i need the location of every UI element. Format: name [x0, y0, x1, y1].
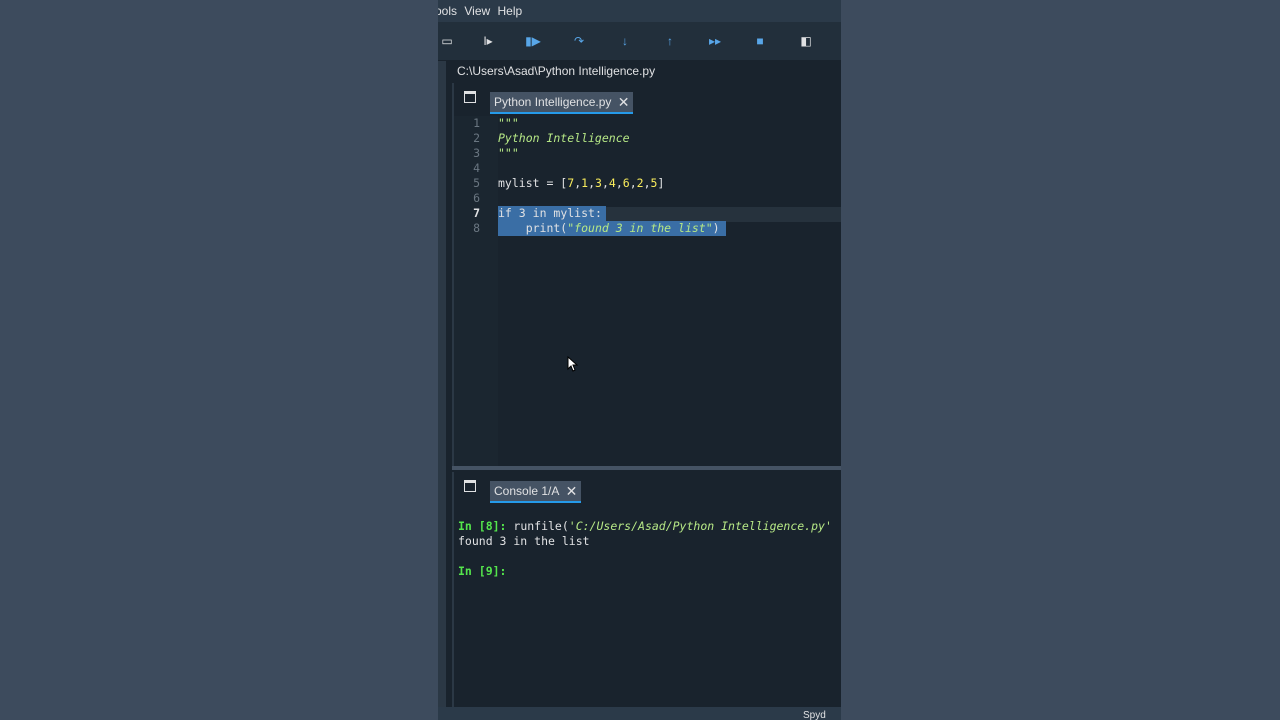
code-line: """ [498, 146, 519, 160]
console-tab-label: Console 1/A [494, 484, 560, 498]
code-token: mylist = [ [498, 176, 568, 190]
run-cell-icon[interactable]: ▭ [438, 32, 456, 50]
code-token: ) [712, 221, 720, 235]
step-over-icon[interactable]: ↷ [570, 32, 588, 50]
code-token: 6 [622, 176, 630, 190]
line-number: 5 [473, 176, 480, 190]
console-output: found 3 in the list [458, 534, 590, 548]
code-token: in mylist: [525, 206, 602, 220]
code-editor[interactable]: 1 2 3 4 5 6 7 8 """ Python Intelligence … [454, 116, 841, 466]
line-number: 4 [473, 161, 480, 175]
code-token: 3 [518, 206, 526, 220]
status-text: Spyd [803, 710, 826, 720]
code-line: mylist = [7,1,3,4,6,2,5] [498, 176, 664, 191]
line-number: 6 [473, 191, 480, 205]
code-token: 2 [636, 176, 644, 190]
code-token: if [498, 206, 519, 220]
menu-tools[interactable]: ools [438, 0, 457, 22]
fast-forward-icon[interactable]: ▸▸ [706, 32, 724, 50]
stop-icon[interactable]: ■ [751, 32, 769, 50]
pane-options-icon[interactable] [464, 91, 476, 103]
toolbar: ▭ I▸ ▮▶ ↷ ↓ ↑ ▸▸ ■ ◧ [438, 22, 841, 60]
editor-tab-python-intelligence[interactable]: Python Intelligence.py ✕ [490, 92, 634, 114]
console-prompt: In [8]: [458, 519, 507, 533]
code-line: Python Intelligence [498, 131, 630, 145]
line-number: 2 [473, 131, 480, 145]
menu-bar: ools View Help [438, 0, 841, 22]
console-tab[interactable]: Console 1/A ✕ [490, 481, 582, 503]
code-token: "found 3 in the list" [567, 221, 713, 235]
line-number-gutter: 1 2 3 4 5 6 7 8 [454, 116, 498, 466]
status-bar: Spyd [438, 707, 841, 720]
code-token: , [629, 176, 637, 190]
code-token: 4 [608, 176, 616, 190]
code-token: , [601, 176, 609, 190]
console-pane: Console 1/A ✕ In [8]: runfile('C:/Users/… [452, 472, 841, 707]
code-line: print("found 3 in the list") [498, 221, 720, 236]
step-into-icon[interactable]: ↓ [616, 32, 634, 50]
file-path-bar: C:\Users\Asad\Python Intelligence.py [438, 61, 841, 82]
code-token: print( [498, 221, 568, 235]
spyder-window: ools View Help ▭ I▸ ▮▶ ↷ ↓ ↑ ▸▸ ■ ◧ C:\U… [438, 0, 841, 720]
line-number: 8 [473, 221, 480, 235]
mouse-pointer-icon [567, 356, 579, 372]
editor-tab-label: Python Intelligence.py [494, 95, 612, 109]
left-dock-strip [438, 61, 446, 720]
file-path: C:\Users\Asad\Python Intelligence.py [457, 64, 656, 78]
code-token: ] [657, 176, 665, 190]
pane-options-icon[interactable] [464, 480, 476, 492]
close-icon[interactable]: ✕ [566, 481, 578, 501]
close-icon[interactable]: ✕ [618, 92, 630, 112]
menu-view[interactable]: View [464, 0, 490, 22]
console-tab-bar: Console 1/A ✕ [454, 472, 841, 503]
line-number-active: 7 [473, 206, 480, 220]
line-number: 3 [473, 146, 480, 160]
ipython-console[interactable]: In [8]: runfile('C:/Users/Asad/Python In… [454, 505, 841, 707]
code-token: , [643, 176, 651, 190]
console-line: In [8]: runfile('C:/Users/Asad/Python In… [458, 519, 832, 534]
line-number: 1 [473, 116, 480, 130]
code-token: , [588, 176, 595, 190]
code-line: if 3 in mylist: [498, 206, 602, 221]
desktop-background-left [0, 0, 438, 720]
menu-help[interactable]: Help [498, 0, 523, 22]
debug-icon[interactable]: I▸ [479, 32, 497, 50]
console-command: runfile( [506, 519, 569, 533]
code-token: 3 [595, 176, 602, 190]
editor-tab-bar: Python Intelligence.py ✕ [454, 83, 841, 114]
console-command-arg: 'C:/Users/Asad/Python Intelligence.py' [568, 519, 832, 533]
pane-splitter[interactable] [452, 466, 841, 470]
desktop-background-right [841, 0, 1280, 720]
continue-icon[interactable]: ▮▶ [524, 32, 542, 50]
code-token: , [615, 176, 623, 190]
code-line: """ [498, 116, 519, 130]
editor-pane: Python Intelligence.py ✕ 1 2 3 4 5 6 7 8… [452, 83, 841, 466]
console-prompt: In [9]: [458, 564, 507, 578]
maximize-pane-icon[interactable]: ◧ [797, 32, 815, 50]
step-out-icon[interactable]: ↑ [661, 32, 679, 50]
